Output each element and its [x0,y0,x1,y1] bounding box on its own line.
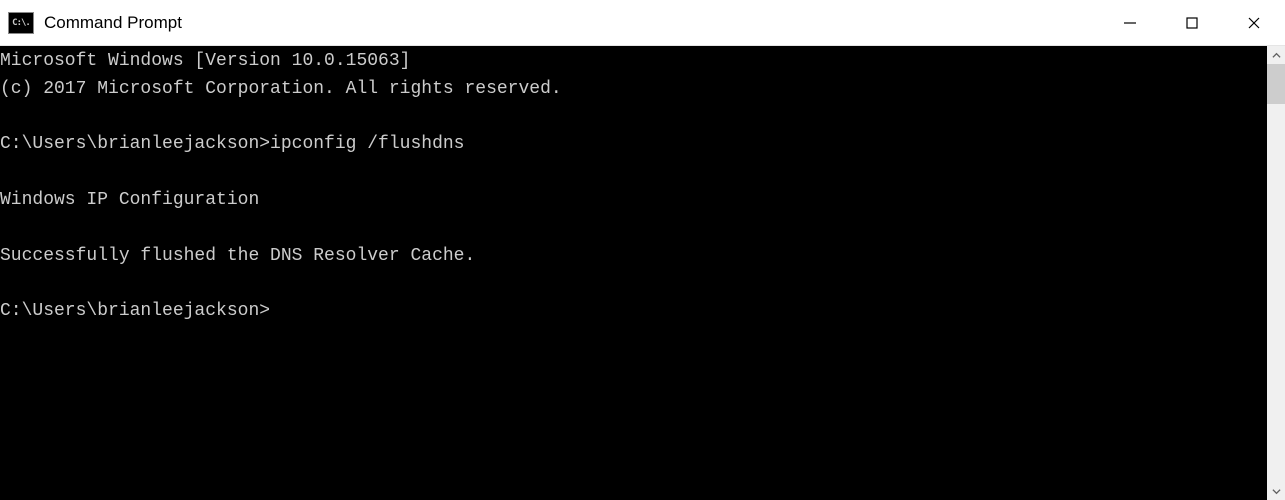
close-icon [1247,16,1261,30]
scroll-thumb[interactable] [1267,64,1285,104]
app-icon: C:\. [8,12,34,34]
command-prompt-window: C:\. Command Prompt Microsoft W [0,0,1285,500]
close-button[interactable] [1223,0,1285,45]
scroll-down-button[interactable] [1267,482,1285,500]
maximize-button[interactable] [1161,0,1223,45]
minimize-button[interactable] [1099,0,1161,45]
maximize-icon [1185,16,1199,30]
titlebar[interactable]: C:\. Command Prompt [0,0,1285,46]
minimize-icon [1123,16,1137,30]
app-icon-text: C:\. [12,18,30,28]
window-controls [1099,0,1285,45]
scroll-track[interactable] [1267,64,1285,482]
chevron-up-icon [1272,51,1281,60]
scroll-up-button[interactable] [1267,46,1285,64]
window-title: Command Prompt [44,13,1099,33]
terminal-output[interactable]: Microsoft Windows [Version 10.0.15063] (… [0,46,1267,500]
chevron-down-icon [1272,487,1281,496]
terminal-area: Microsoft Windows [Version 10.0.15063] (… [0,46,1285,500]
scrollbar[interactable] [1267,46,1285,500]
